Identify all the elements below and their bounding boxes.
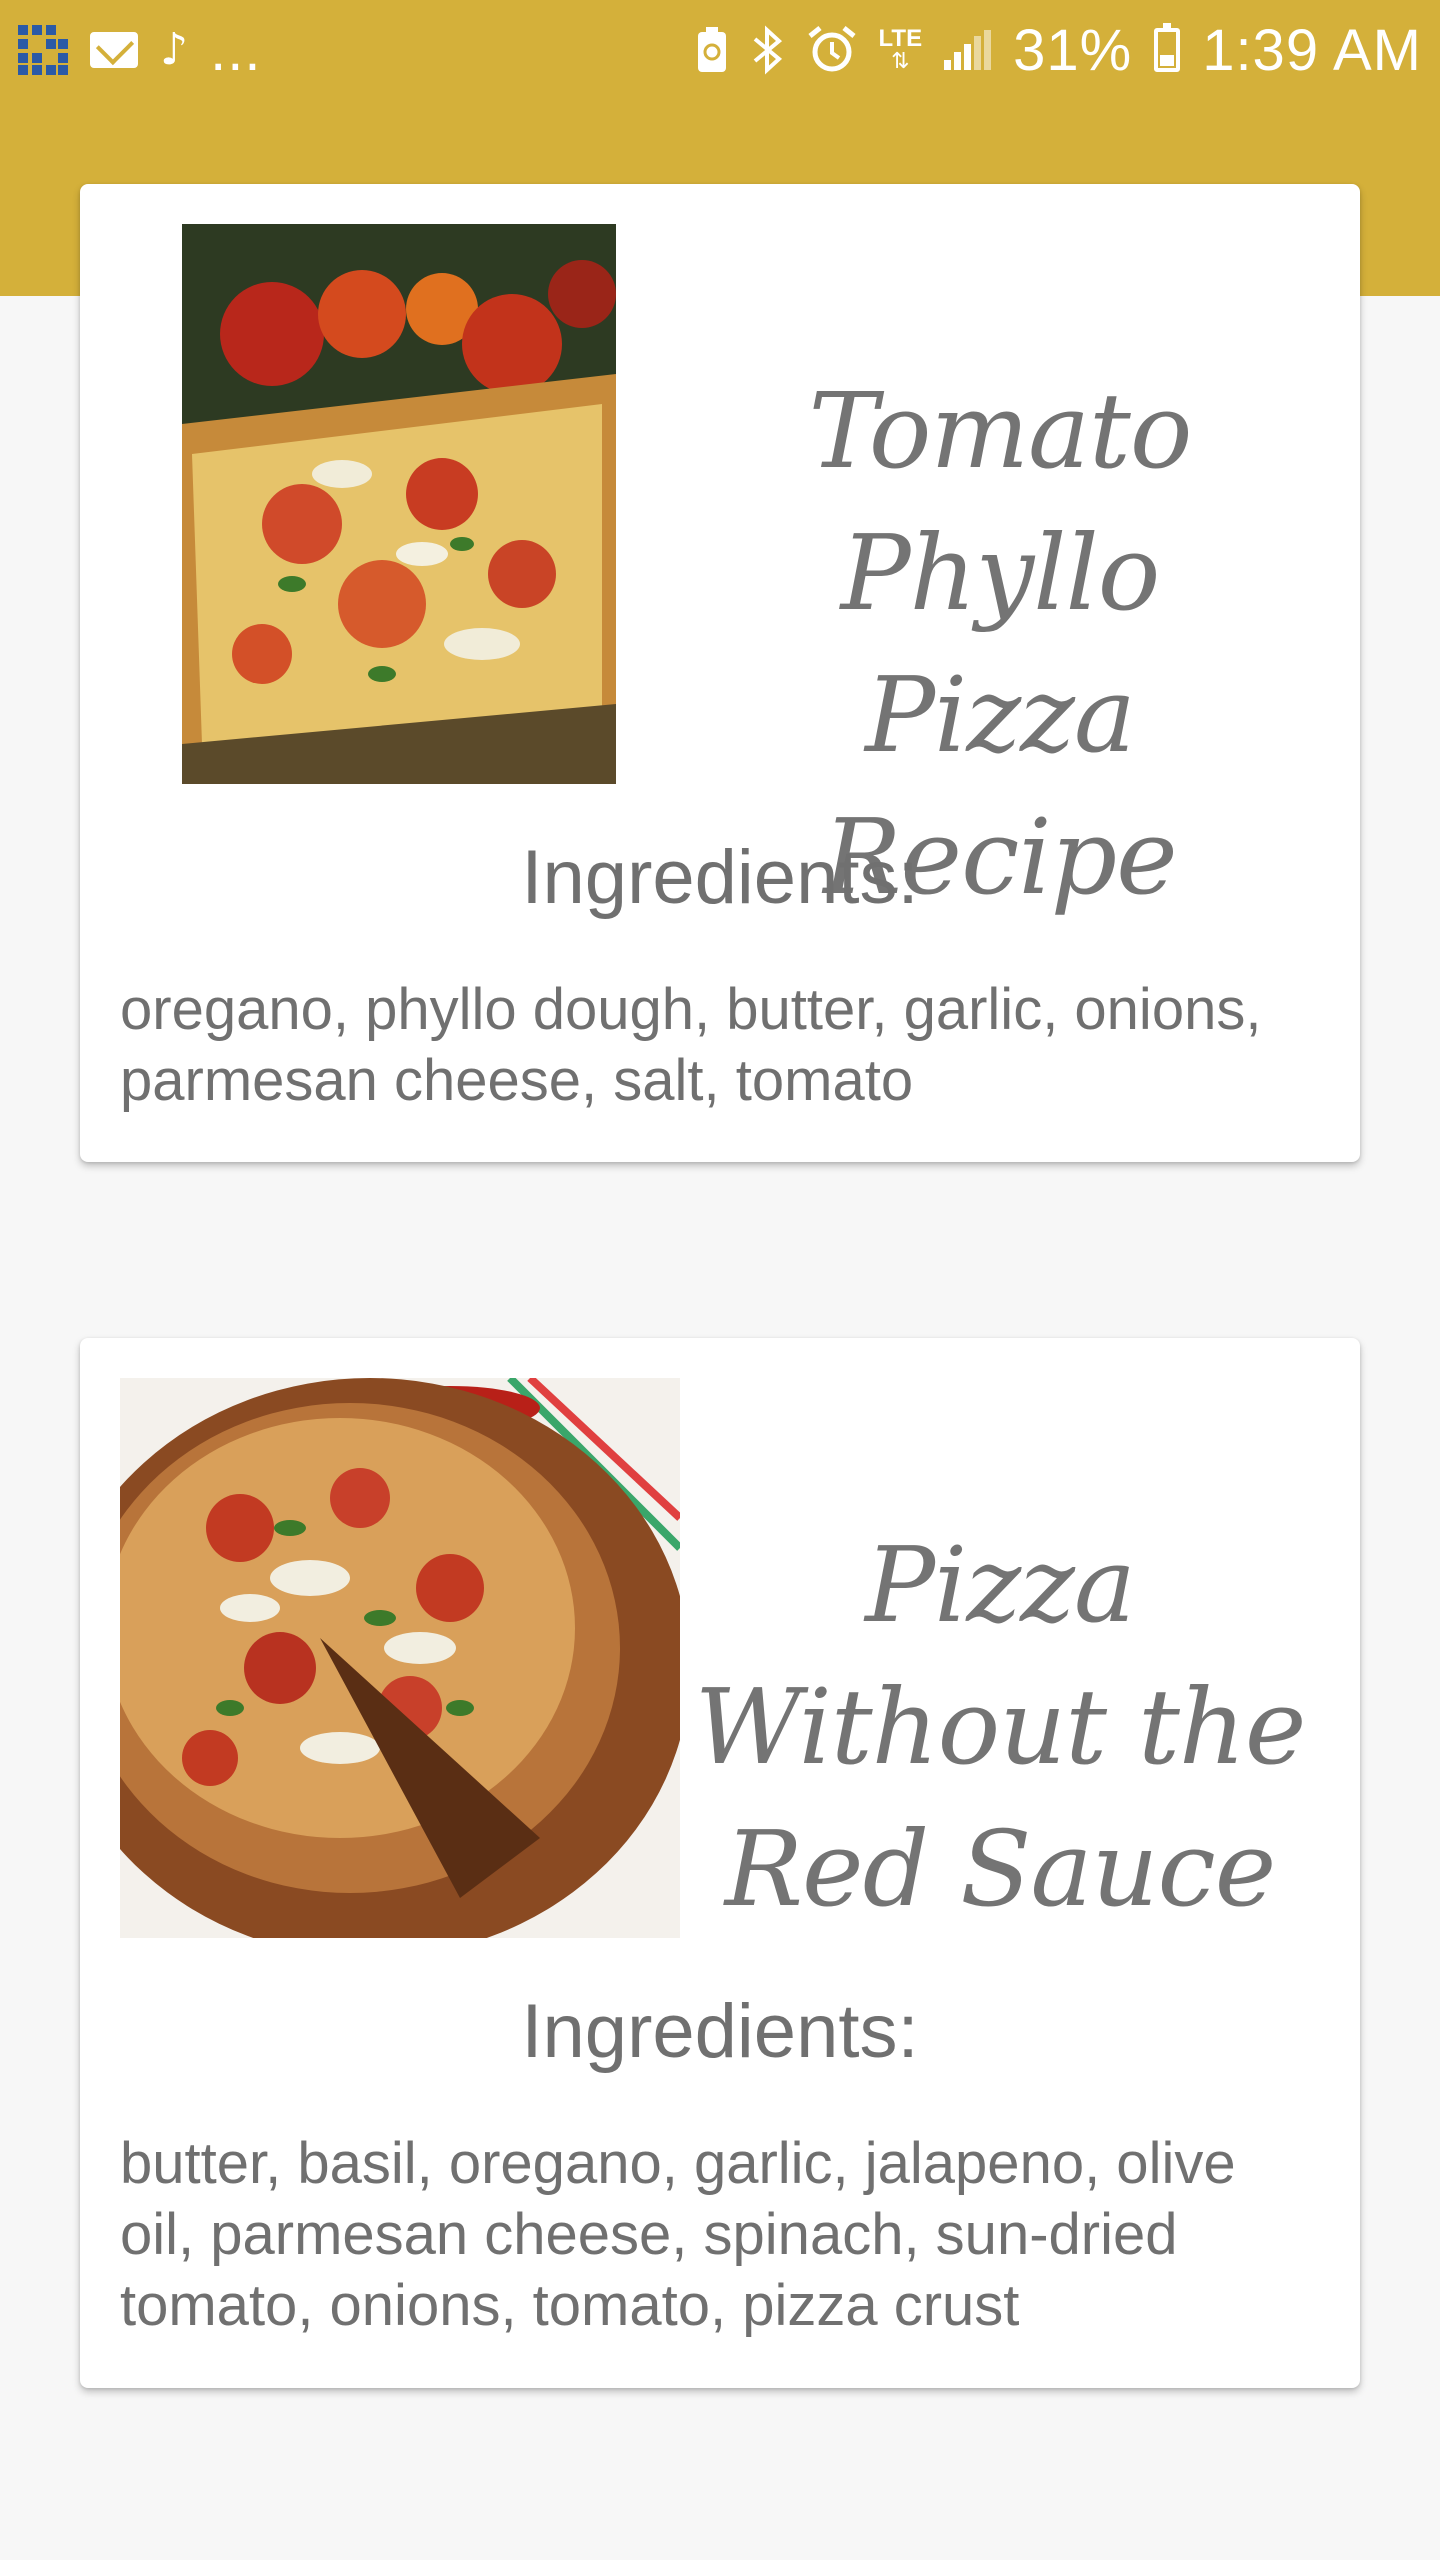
ingredients-text: butter, basil, oregano, garlic, jalapeno… bbox=[120, 2131, 1236, 2338]
ingredients-heading: Ingredients: bbox=[521, 1989, 919, 2074]
status-bar: ♪ ... LTE ⇅ 31% 1:39 AM bbox=[0, 0, 1440, 100]
pizza-photo-icon bbox=[182, 224, 616, 784]
signal-icon bbox=[944, 30, 992, 70]
recipe-title: Pizza Without the Red Sauce bbox=[694, 1524, 1307, 1930]
recipe-card[interactable]: Tomato Phyllo Pizza Recipe Ingredients: … bbox=[80, 184, 1360, 1162]
pizza-photo-icon bbox=[120, 1378, 680, 1938]
bluetooth-icon bbox=[753, 25, 782, 75]
data-arrows-icon: ⇅ bbox=[891, 49, 910, 74]
gmail-icon bbox=[90, 32, 138, 68]
ingredients-heading: Ingredients: bbox=[521, 835, 919, 920]
lte-label: LTE bbox=[878, 25, 923, 52]
music-note-icon: ♪ bbox=[160, 24, 189, 75]
battery-percent: 31% bbox=[1013, 17, 1133, 83]
recipe-image bbox=[182, 224, 616, 784]
overflow-indicator: ... bbox=[210, 17, 262, 83]
recipe-image bbox=[120, 1378, 680, 1938]
clock: 1:39 AM bbox=[1202, 17, 1422, 83]
app-icon bbox=[18, 25, 68, 75]
battery-saver-icon bbox=[697, 27, 726, 72]
status-right: LTE ⇅ 31% 1:39 AM bbox=[695, 17, 1422, 84]
battery-charging-icon bbox=[1154, 23, 1181, 72]
alarm-icon bbox=[807, 26, 856, 72]
recipe-card[interactable]: Pizza Without the Red Sauce Ingredients:… bbox=[80, 1338, 1360, 2388]
ingredients-text: oregano, phyllo dough, butter, garlic, o… bbox=[120, 977, 1262, 1113]
lte-icon: LTE ⇅ bbox=[879, 27, 923, 73]
status-left: ♪ ... bbox=[18, 17, 261, 84]
